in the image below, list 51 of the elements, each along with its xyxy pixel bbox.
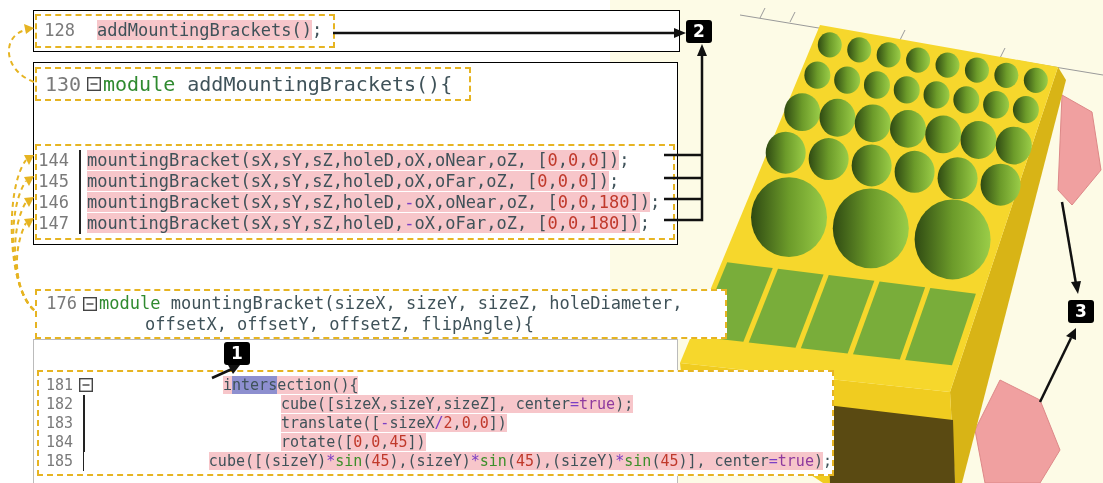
code-text: translate([-sizeX/2,0,0]) <box>281 412 507 434</box>
round-hole <box>890 110 926 148</box>
round-hole <box>854 104 891 143</box>
round-hole <box>995 126 1032 165</box>
round-hole <box>1012 96 1039 124</box>
round-hole <box>983 91 1010 119</box>
round-hole <box>834 66 861 94</box>
line-number: 130 <box>43 71 82 98</box>
round-hole <box>847 37 872 63</box>
callout-badge: 3 <box>1068 300 1094 323</box>
line-number: 185 <box>44 450 74 472</box>
callout-badge: 2 <box>686 20 712 43</box>
callout-badge: 1 <box>224 342 250 365</box>
line-number: 184 <box>44 431 74 453</box>
round-hole <box>819 98 856 137</box>
round-hole <box>953 86 980 114</box>
code-text: cube([sizeX,sizeY,sizeZ], center=true); <box>281 394 634 415</box>
round-hole <box>765 131 806 174</box>
line-number: 182 <box>44 393 74 415</box>
round-hole <box>960 121 997 159</box>
round-hole <box>893 76 920 104</box>
round-hole <box>804 61 831 89</box>
arrow <box>211 365 240 380</box>
line-number: 128 <box>43 19 76 43</box>
fold-icon[interactable] <box>83 296 97 311</box>
code-text: module addMountingBrackets(){ <box>103 71 453 98</box>
round-hole <box>906 47 931 73</box>
round-hole <box>994 62 1019 88</box>
code-text: rotate([0,0,45]) <box>281 431 426 453</box>
round-hole <box>817 32 842 58</box>
code-text: offsetX, offsetY, offsetZ, flipAngle){ <box>145 313 534 336</box>
round-hole <box>925 115 962 154</box>
round-hole <box>964 57 989 83</box>
line-number: 146 <box>37 190 70 214</box>
round-hole <box>876 42 901 68</box>
fold-icon[interactable] <box>87 77 101 91</box>
line-number: 147 <box>37 211 70 235</box>
round-hole <box>1023 67 1048 93</box>
line-number: 145 <box>37 169 70 193</box>
fold-icon[interactable] <box>79 378 93 392</box>
line-number: 181 <box>44 374 74 396</box>
code-text: intersection(){ <box>223 374 359 396</box>
code-text: cube([(sizeY)*sin(45),(sizeY)*sin(45),(sizeY)*sin(45)], center=true); <box>208 450 832 472</box>
line-number: 176 <box>45 291 78 315</box>
round-hole <box>935 52 960 78</box>
line-number: 144 <box>37 148 70 172</box>
round-hole <box>784 93 821 132</box>
code-text: module mountingBracket(sizeX, sizeY, sizeZ, holeDiameter, <box>99 291 683 315</box>
round-hole <box>863 71 890 99</box>
line-number: 183 <box>44 412 74 434</box>
round-hole <box>923 81 950 109</box>
